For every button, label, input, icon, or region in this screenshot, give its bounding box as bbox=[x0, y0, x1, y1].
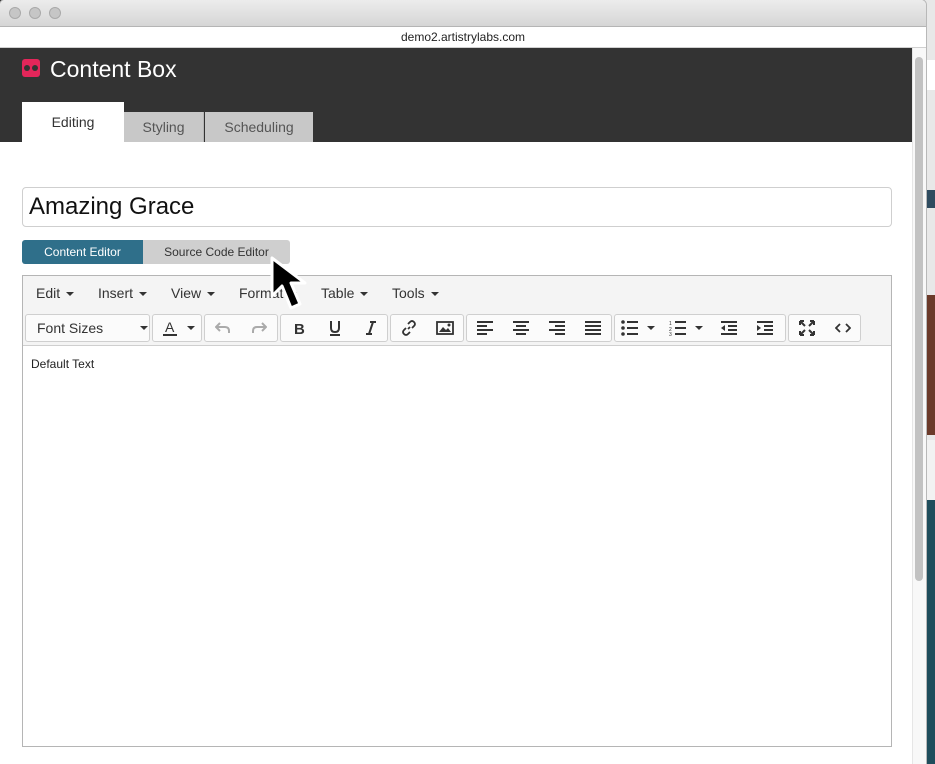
chevron-down-icon bbox=[66, 292, 75, 297]
svg-text:3: 3 bbox=[669, 332, 672, 336]
text-color-group: A bbox=[152, 314, 202, 342]
chevron-down-icon bbox=[140, 326, 148, 330]
align-center-icon bbox=[513, 321, 529, 335]
outdent-button[interactable] bbox=[711, 315, 747, 341]
menu-insert[interactable]: Insert bbox=[98, 276, 148, 311]
indent-button[interactable] bbox=[747, 315, 783, 341]
link-button[interactable] bbox=[391, 315, 427, 341]
fullscreen-button[interactable] bbox=[789, 315, 825, 341]
redo-icon bbox=[252, 322, 267, 333]
content-box-logo-icon bbox=[22, 59, 40, 77]
underline-icon bbox=[330, 321, 340, 336]
align-right-icon bbox=[549, 321, 565, 335]
bullet-list-icon bbox=[621, 320, 655, 336]
indent-icon bbox=[757, 321, 773, 335]
editor-content[interactable]: Default Text bbox=[31, 357, 94, 371]
url-bar[interactable]: demo2.artistrylabs.com bbox=[0, 27, 926, 48]
chevron-down-icon bbox=[207, 292, 216, 297]
browser-window: demo2.artistrylabs.com Content Box Editi… bbox=[0, 0, 926, 764]
app-header: Content Box Editing Styling Scheduling bbox=[0, 48, 912, 142]
chevron-down-icon bbox=[430, 292, 439, 297]
mouse-cursor-icon bbox=[270, 256, 307, 310]
align-center-button[interactable] bbox=[503, 315, 539, 341]
chevron-down-icon bbox=[139, 292, 148, 297]
chevron-down-icon bbox=[360, 292, 369, 297]
italic-icon bbox=[366, 321, 376, 335]
numbered-list-button[interactable]: 123 bbox=[663, 315, 711, 341]
align-justify-icon bbox=[585, 321, 601, 335]
text-color-button[interactable]: A bbox=[153, 315, 201, 341]
app-title: Content Box bbox=[50, 56, 177, 82]
zoom-window-button[interactable] bbox=[49, 7, 61, 19]
align-right-button[interactable] bbox=[539, 315, 575, 341]
align-left-icon bbox=[477, 321, 493, 335]
fullscreen-icon bbox=[799, 320, 815, 336]
tab-editing[interactable]: Editing bbox=[22, 102, 124, 142]
undo-button[interactable] bbox=[205, 315, 241, 341]
link-icon bbox=[402, 320, 416, 336]
bullet-list-button[interactable] bbox=[615, 315, 663, 341]
outdent-icon bbox=[721, 321, 737, 335]
content-editor-button[interactable]: Content Editor bbox=[22, 240, 143, 264]
svg-text:B: B bbox=[294, 321, 305, 336]
editor-menubar: Edit Insert View Format Table Tools bbox=[23, 276, 891, 312]
scrollbar-thumb[interactable] bbox=[915, 57, 923, 581]
font-sizes-select[interactable]: Font Sizes bbox=[25, 314, 150, 342]
underline-button[interactable] bbox=[317, 315, 353, 341]
font-sizes-label: Font Sizes bbox=[37, 320, 104, 336]
text-color-icon: A bbox=[163, 319, 195, 336]
redo-button[interactable] bbox=[241, 315, 277, 341]
undo-icon bbox=[215, 322, 230, 333]
close-window-button[interactable] bbox=[9, 7, 21, 19]
menu-table[interactable]: Table bbox=[321, 276, 369, 311]
align-left-button[interactable] bbox=[467, 315, 503, 341]
svg-text:A: A bbox=[165, 319, 175, 335]
window-titlebar bbox=[0, 0, 926, 27]
align-group bbox=[466, 314, 612, 342]
insert-group bbox=[390, 314, 464, 342]
tab-styling[interactable]: Styling bbox=[124, 112, 204, 142]
minimize-window-button[interactable] bbox=[29, 7, 41, 19]
editor-toolbar: Font Sizes A B 1 2 3 bbox=[23, 311, 891, 346]
bold-button[interactable]: B bbox=[281, 315, 317, 341]
bold-icon: B bbox=[294, 321, 305, 336]
italic-button[interactable] bbox=[353, 315, 389, 341]
rich-text-editor: Edit Insert View Format Table Tools Font… bbox=[22, 275, 892, 747]
list-group: 123 bbox=[614, 314, 786, 342]
menu-tools[interactable]: Tools bbox=[392, 276, 439, 311]
title-input[interactable]: Amazing Grace bbox=[22, 187, 892, 227]
history-group bbox=[204, 314, 278, 342]
tab-scheduling[interactable]: Scheduling bbox=[205, 112, 313, 142]
align-justify-button[interactable] bbox=[575, 315, 611, 341]
menu-edit[interactable]: Edit bbox=[36, 276, 75, 311]
numbered-list-icon: 123 bbox=[669, 321, 703, 336]
source-code-editor-button[interactable]: Source Code Editor bbox=[143, 240, 290, 264]
source-code-button[interactable] bbox=[825, 315, 861, 341]
image-icon bbox=[436, 321, 454, 335]
view-group bbox=[788, 314, 861, 342]
menu-view[interactable]: View bbox=[171, 276, 216, 311]
source-code-icon bbox=[835, 323, 851, 333]
image-button[interactable] bbox=[427, 315, 463, 341]
format-group: B bbox=[280, 314, 388, 342]
